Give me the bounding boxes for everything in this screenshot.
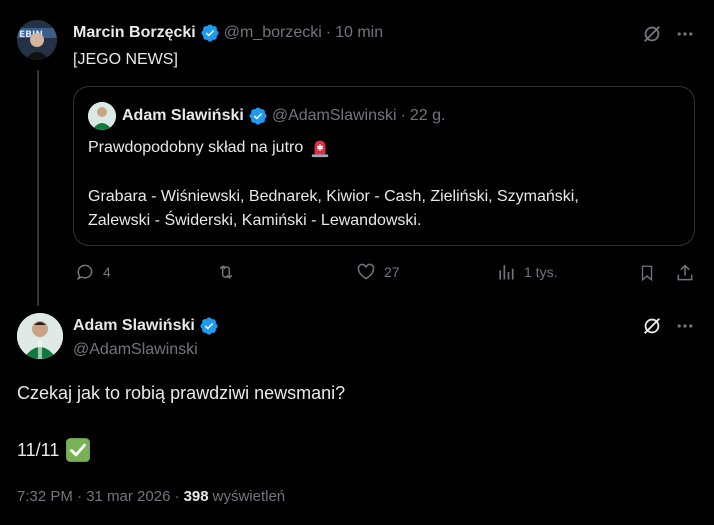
share-button[interactable] — [674, 262, 696, 284]
views-count: 1 tys. — [524, 264, 558, 280]
bookmark-icon — [641, 265, 653, 282]
tweet-text-line1: Czekaj jak to robią prawdziwi newsmani? — [17, 383, 346, 403]
tweet-text: [JEGO NEWS] — [73, 51, 178, 68]
share-icon — [677, 264, 693, 281]
heart-icon — [357, 263, 375, 280]
verified-badge-icon — [249, 107, 267, 125]
quoted-text-line3: Zalewski - Świderski, Kamiński - Lewando… — [88, 212, 422, 229]
quoted-text-line1: Prawdopodobny skład na jutro — [88, 139, 304, 156]
retweet-icon — [219, 265, 233, 279]
bar-chart-icon — [499, 265, 514, 280]
quoted-tweet-time: 22 g. — [409, 107, 446, 124]
verified-badge-icon — [200, 317, 218, 335]
reply-count: 4 — [103, 264, 111, 280]
quoted-tweet-lineup: Grabara - Wiśniewski, Bednarek, Kiwior -… — [88, 185, 579, 233]
parent-tweet-header: Marcin Borzęcki @m_borzecki · 10 min — [73, 22, 383, 44]
views-label: wyświetleń — [212, 488, 286, 505]
author-name[interactable]: Marcin Borzęcki — [73, 24, 196, 42]
main-tweet-text-2: 11/11 — [17, 437, 91, 463]
verified-badge-icon — [201, 24, 219, 42]
more-options-icon[interactable] — [673, 314, 697, 338]
author-handle[interactable]: @AdamSlawinski — [73, 340, 198, 360]
tweet-text-line2: 11/11 — [17, 440, 60, 460]
more-options-icon[interactable] — [673, 22, 697, 46]
bookmark-button[interactable] — [636, 262, 658, 284]
author-handle[interactable]: @m_borzecki — [224, 24, 322, 42]
grok-icon[interactable] — [640, 22, 664, 46]
tweet-time[interactable]: 10 min — [335, 24, 383, 42]
separator-dot: · — [325, 24, 332, 41]
reply-icon — [76, 264, 93, 281]
separator-dot: · — [400, 107, 406, 124]
reply-button[interactable]: 4 — [75, 262, 111, 282]
quoted-author-handle: @AdamSlawinski — [271, 107, 397, 124]
thread-line — [37, 70, 39, 306]
siren-icon — [312, 140, 329, 158]
avatar[interactable]: EBIN — [17, 20, 57, 60]
tweet-meta: 7:32 PM · 31 mar 2026 · 398 wyświetleń — [17, 487, 285, 507]
retweet-button[interactable] — [216, 262, 244, 282]
main-tweet-header: Adam Slawiński — [73, 315, 219, 337]
quoted-tweet-header: Adam Slawiński @AdamSlawinski · 22 g. — [122, 105, 445, 127]
main-tweet-text: Czekaj jak to robią prawdziwi newsmani? — [17, 380, 345, 406]
quoted-author-avatar — [88, 102, 116, 130]
like-button[interactable]: 27 — [356, 262, 400, 282]
check-mark-button-icon — [66, 438, 91, 462]
like-count: 27 — [384, 264, 400, 280]
author-name[interactable]: Adam Slawiński — [73, 317, 195, 335]
views-button[interactable]: 1 tys. — [496, 262, 557, 282]
quoted-tweet-line1: Prawdopodobny skład na jutro — [88, 137, 331, 159]
grok-icon[interactable] — [640, 314, 664, 338]
views-count: 398 — [183, 488, 209, 505]
avatar[interactable] — [17, 313, 63, 359]
quoted-author-name: Adam Slawiński — [122, 107, 244, 124]
tweet-timestamp[interactable]: 7:32 PM · 31 mar 2026 · — [17, 487, 180, 507]
quoted-text-line2: Grabara - Wiśniewski, Bednarek, Kiwior -… — [88, 188, 579, 205]
